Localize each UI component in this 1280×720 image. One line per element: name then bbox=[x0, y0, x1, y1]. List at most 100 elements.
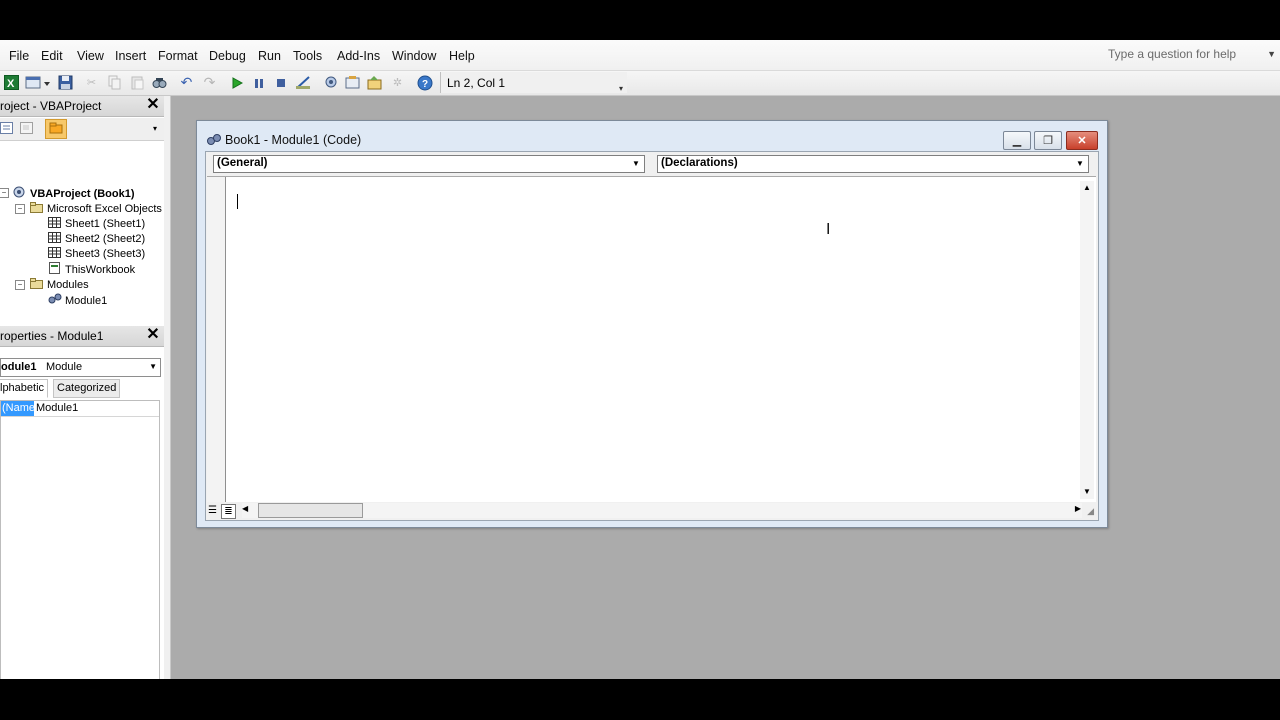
margin-indicator-bar[interactable] bbox=[207, 177, 226, 502]
close-button[interactable]: ✕ bbox=[1066, 131, 1098, 150]
menu-edit[interactable]: Edit bbox=[41, 49, 63, 63]
i-beam-cursor-icon: I bbox=[826, 221, 831, 238]
module-icon bbox=[206, 133, 222, 150]
properties-window-icon[interactable] bbox=[344, 74, 361, 91]
toolbar-options-icon[interactable]: ▾ bbox=[619, 84, 625, 93]
collapse-icon[interactable]: − bbox=[15, 204, 25, 214]
save-icon[interactable] bbox=[57, 74, 74, 91]
procedure-view-icon[interactable]: ☰ bbox=[206, 504, 219, 517]
svg-text:?: ? bbox=[422, 79, 428, 90]
tree-item-excel-objects[interactable]: Microsoft Excel Objects bbox=[30, 202, 162, 215]
horizontal-scroll-thumb[interactable] bbox=[258, 503, 363, 518]
menu-help[interactable]: Help bbox=[449, 49, 475, 63]
tree-item-module1[interactable]: Module1 bbox=[48, 293, 107, 307]
project-explorer-icon[interactable] bbox=[322, 74, 339, 91]
code-editor[interactable]: ▲ ▼ bbox=[207, 176, 1096, 502]
tab-alphabetic[interactable]: lphabetic bbox=[0, 379, 49, 398]
toggle-folders-icon[interactable] bbox=[45, 119, 67, 139]
close-icon: ✕ bbox=[1077, 135, 1087, 147]
tree-item-sheet1[interactable]: Sheet1 (Sheet1) bbox=[48, 217, 145, 230]
collapse-icon[interactable]: − bbox=[0, 188, 9, 198]
code-window-title: Book1 - Module1 (Code) bbox=[225, 133, 362, 147]
menu-run[interactable]: Run bbox=[258, 49, 281, 63]
project-explorer-title: roject - VBAProject bbox=[0, 99, 102, 113]
tree-item-label: Sheet1 (Sheet1) bbox=[65, 218, 146, 230]
tree-item-modules[interactable]: Modules bbox=[30, 278, 89, 291]
menu-window[interactable]: Window bbox=[392, 49, 436, 63]
paste-icon[interactable] bbox=[129, 74, 146, 91]
menu-add-ins[interactable]: Add-Ins bbox=[337, 49, 380, 63]
object-combo[interactable]: (General) ▼ bbox=[213, 155, 645, 173]
properties-tabs: lphabetic Categorized bbox=[0, 378, 164, 398]
workbook-icon bbox=[48, 262, 61, 274]
chevron-down-icon[interactable]: ▼ bbox=[629, 157, 643, 171]
tree-item-vbaproject[interactable]: VBAProject (Book1) bbox=[13, 186, 135, 200]
tree-item-sheet3[interactable]: Sheet3 (Sheet3) bbox=[48, 247, 145, 260]
project-toolbar-grip-icon[interactable]: ▾ bbox=[153, 124, 157, 133]
chevron-down-icon[interactable]: ▼ bbox=[149, 362, 157, 371]
tree-item-label: Microsoft Excel Objects bbox=[47, 203, 162, 215]
run-icon[interactable] bbox=[228, 74, 245, 91]
dock-splitter[interactable] bbox=[164, 96, 171, 679]
redo-icon[interactable]: ↷ bbox=[201, 74, 218, 91]
copy-icon[interactable] bbox=[106, 74, 123, 91]
reset-icon[interactable] bbox=[272, 74, 289, 91]
tree-item-label: Sheet2 (Sheet2) bbox=[65, 233, 146, 245]
minimize-button[interactable]: ▁ bbox=[1003, 131, 1031, 150]
menu-file[interactable]: File bbox=[9, 49, 29, 63]
close-icon[interactable]: ✕ bbox=[146, 97, 160, 113]
toolbox-icon[interactable]: ✲ bbox=[389, 74, 406, 91]
vertical-scrollbar[interactable]: ▲ ▼ bbox=[1080, 181, 1094, 499]
excel-icon[interactable]: X bbox=[3, 74, 20, 91]
cursor-position-label: Ln 2, Col 1 bbox=[447, 76, 506, 90]
horizontal-scrollbar[interactable]: ◀ ▶ bbox=[242, 503, 1082, 518]
help-icon[interactable]: ? bbox=[416, 74, 433, 91]
code-window-titlebar[interactable]: Book1 - Module1 (Code) ▁ ❐ ✕ bbox=[197, 121, 1107, 151]
chevron-down-icon[interactable]: ▼ bbox=[1073, 157, 1087, 171]
restore-button[interactable]: ❐ bbox=[1034, 131, 1062, 150]
properties-titlebar[interactable]: roperties - Module1 ✕ bbox=[0, 326, 164, 347]
menu-insert[interactable]: Insert bbox=[115, 49, 146, 63]
object-select[interactable]: odule1 Module ▼ bbox=[0, 358, 161, 377]
find-icon[interactable] bbox=[151, 74, 168, 91]
scroll-left-icon[interactable]: ◀ bbox=[242, 504, 248, 513]
folder-open-icon bbox=[30, 278, 43, 289]
view-object-icon[interactable] bbox=[20, 122, 34, 138]
undo-icon[interactable]: ↶ bbox=[178, 74, 195, 91]
scroll-down-icon[interactable]: ▼ bbox=[1080, 485, 1094, 499]
view-code-icon[interactable] bbox=[0, 122, 14, 138]
object-browser-icon[interactable] bbox=[366, 74, 383, 91]
procedure-combo-value: (Declarations) bbox=[661, 157, 738, 169]
worksheet-icon bbox=[48, 247, 61, 258]
tree-item-thisworkbook[interactable]: ThisWorkbook bbox=[48, 262, 135, 276]
full-module-view-icon[interactable]: ≣ bbox=[221, 504, 236, 519]
menu-tools[interactable]: Tools bbox=[293, 49, 322, 63]
property-row[interactable]: (Name) Module1 bbox=[1, 401, 159, 417]
svg-text:X: X bbox=[7, 78, 15, 90]
collapse-icon[interactable]: − bbox=[15, 280, 25, 290]
project-explorer-titlebar[interactable]: roject - VBAProject ✕ bbox=[0, 96, 164, 117]
properties-grid: (Name) Module1 bbox=[0, 400, 160, 679]
module-icon bbox=[48, 293, 62, 304]
tab-categorized[interactable]: Categorized bbox=[53, 379, 121, 398]
design-mode-icon[interactable] bbox=[294, 74, 311, 91]
procedure-combo[interactable]: (Declarations) ▼ bbox=[657, 155, 1089, 173]
insert-userform-icon[interactable] bbox=[25, 74, 51, 91]
close-icon[interactable]: ✕ bbox=[146, 327, 160, 343]
scroll-up-icon[interactable]: ▲ bbox=[1080, 181, 1094, 195]
scroll-right-icon[interactable]: ▶ bbox=[1075, 504, 1081, 513]
cut-icon[interactable]: ✂ bbox=[83, 74, 100, 91]
help-question-box[interactable]: Type a question for help ▼ bbox=[1108, 47, 1280, 65]
menu-view[interactable]: View bbox=[77, 49, 104, 63]
minimize-icon: ▁ bbox=[1012, 135, 1022, 147]
menu-format[interactable]: Format bbox=[158, 49, 198, 63]
tree-item-sheet2[interactable]: Sheet2 (Sheet2) bbox=[48, 232, 145, 245]
menu-debug[interactable]: Debug bbox=[209, 49, 246, 63]
chevron-down-icon[interactable]: ▼ bbox=[1267, 49, 1276, 59]
resize-grip-icon[interactable]: ◢ bbox=[1087, 506, 1094, 517]
help-question-placeholder: Type a question for help bbox=[1108, 47, 1237, 61]
code-window-bottom-bar: ☰ ≣ ◀ ▶ ◢ bbox=[206, 502, 1096, 519]
folder-open-icon bbox=[30, 202, 43, 213]
break-icon[interactable] bbox=[250, 74, 267, 91]
property-value[interactable]: Module1 bbox=[36, 401, 78, 416]
